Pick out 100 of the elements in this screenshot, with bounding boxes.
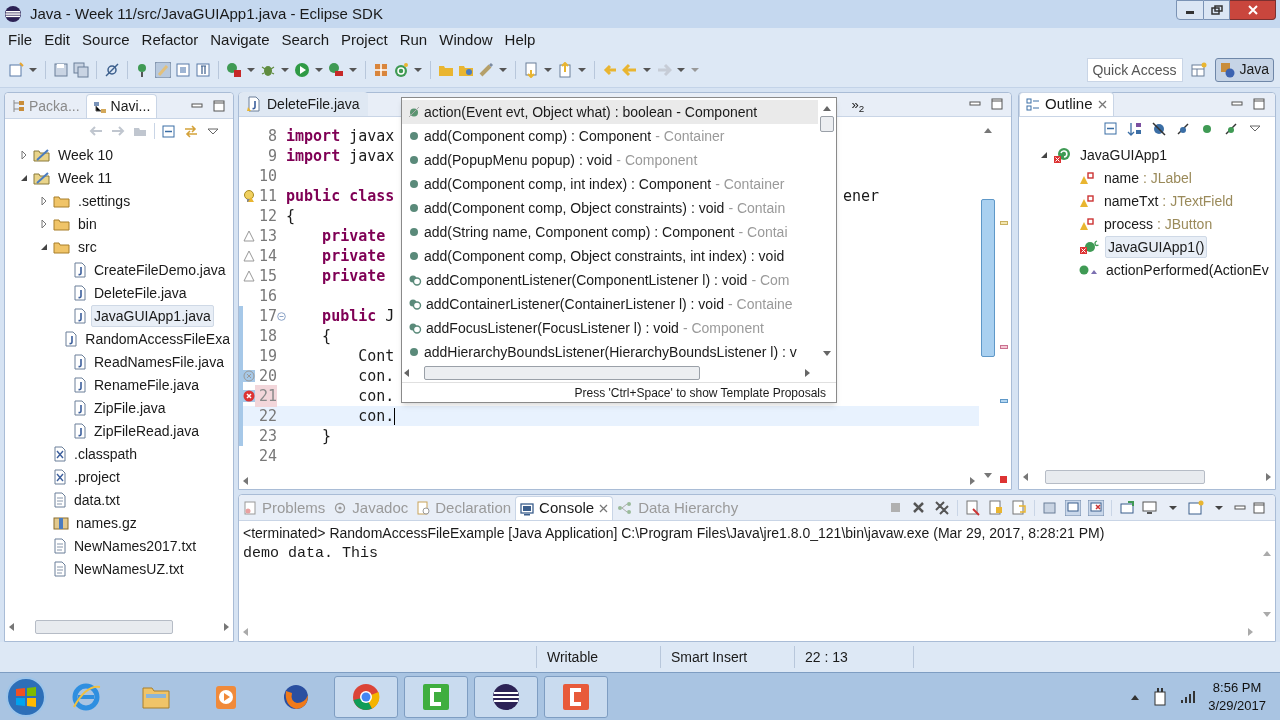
hide-static-icon[interactable] [1175,121,1191,137]
open-perspective-icon[interactable] [1191,61,1208,78]
tree-item[interactable]: CreateFileDemo.java [91,258,229,281]
start-button-icon[interactable] [4,674,48,719]
collapsed-arrow-icon[interactable] [19,149,29,160]
menu-item[interactable]: Source [76,29,136,51]
hide-fields-icon[interactable] [1151,121,1167,137]
tree-item[interactable]: actionPerformed(ActionEv [1103,258,1272,281]
proposal-item[interactable]: add(Component comp, int index) : Component - Container [402,172,818,196]
tree-item[interactable]: JavaGUIApp1() [1105,235,1208,258]
show-error-icon[interactable] [1088,500,1104,516]
proposal-item[interactable]: addFocusListener(FocusListener l) : void - Component [402,316,818,340]
proposal-item[interactable]: action(Event evt, Object what) : boolean - Component [402,100,818,124]
tree-item[interactable]: RenameFile.java [91,373,203,396]
clock[interactable]: 8:56 PM 3/29/2017 [1208,678,1266,715]
caret-icon[interactable] [246,65,256,74]
proposal-item[interactable]: add(Component comp, Object constraints, int index) : void [402,244,818,268]
marker-icon[interactable] [478,61,494,78]
tree-item[interactable]: NewNames2017.txt [71,534,200,557]
proposal-item[interactable]: addComponentListener(ComponentListener l) : void - Com [402,268,818,292]
collapsed-arrow-icon[interactable] [39,195,49,206]
panel-tab[interactable]: Outline [1019,92,1114,116]
power-plug-icon[interactable] [1152,686,1169,707]
caret-icon[interactable] [280,65,290,74]
menu-item[interactable]: Search [275,29,335,51]
tree-item[interactable]: ZipFileRead.java [91,419,203,442]
scroll-right-icon[interactable] [221,622,231,632]
scrollbar-thumb[interactable] [981,199,995,357]
new-class-icon[interactable] [393,61,409,78]
menu-item[interactable]: Window [433,29,499,51]
scrollbar-thumb[interactable] [424,366,700,380]
display-console-icon[interactable] [1142,500,1158,516]
tree-item[interactable]: name : JLabel [1101,166,1195,189]
open-console-icon[interactable] [1119,500,1135,516]
maximize-button[interactable] [1204,0,1230,20]
scroll-up-icon[interactable] [822,104,832,112]
tree-item[interactable]: NewNamesUZ.txt [71,557,187,580]
close-icon[interactable] [599,504,609,513]
caret-icon[interactable] [577,65,587,74]
java-perspective-button[interactable]: Java [1215,57,1274,82]
menu-item[interactable]: Navigate [204,29,276,51]
tree-item[interactable]: JavaGUIApp1.java [91,304,214,327]
tree-item[interactable]: JavaGUIApp1 [1077,143,1171,166]
proposal-item[interactable]: add(String name, Component comp) : Component - Contai [402,220,818,244]
remove-all-icon[interactable] [934,500,950,516]
panel-tab[interactable]: Navi... [85,94,158,118]
save-icon[interactable] [53,61,69,78]
tree-item[interactable]: process : JButton [1101,212,1216,235]
menu-item[interactable]: Refactor [135,29,205,51]
run-config-icon[interactable] [226,61,242,78]
link-editor-icon[interactable] [183,123,199,139]
menu-item[interactable]: Project [335,29,394,51]
caret-icon[interactable] [498,65,508,74]
tree-item[interactable]: .project [71,465,123,488]
quick-access-field[interactable]: Quick Access [1087,57,1184,82]
whitespace-icon[interactable] [195,61,211,78]
tree-item[interactable]: Week 11 [55,166,115,189]
external-tools-icon[interactable] [328,61,344,78]
proposal-item[interactable]: add(Component comp, Object constraints) : void - Contain [402,196,818,220]
skip-icon[interactable] [104,61,120,78]
maximize-icon[interactable] [1253,98,1265,110]
scroll-left-icon[interactable] [7,622,17,632]
caret-icon[interactable] [642,65,652,74]
close-button[interactable] [1230,0,1276,20]
show-output-icon[interactable] [1065,500,1081,516]
maximize-icon[interactable] [1253,502,1265,514]
tree-item[interactable]: .settings [75,189,134,212]
tree-item[interactable]: bin [75,212,100,235]
scrollbar-thumb[interactable] [1045,470,1205,484]
more-tabs-button[interactable]: »$_{2}$ [851,94,865,116]
fold-icon[interactable] [277,311,286,321]
caret-icon[interactable] [348,65,358,74]
minimize-button[interactable] [1176,0,1204,20]
scroll-right-icon[interactable] [802,368,812,378]
tree-item[interactable]: names.gz [73,511,140,534]
caret-icon[interactable] [413,65,423,74]
caret-icon[interactable] [28,65,38,74]
proposal-item[interactable]: addHierarchyBoundsListener(HierarchyBoundsListener l) : v [402,340,818,364]
scroll-left-icon[interactable] [241,476,251,486]
taskbar-app[interactable] [474,675,538,718]
menu-item[interactable]: Edit [38,29,77,51]
panel-tab[interactable]: Console [515,496,614,520]
maximize-icon[interactable] [213,100,225,112]
collapse-all-icon[interactable] [161,123,177,139]
scrollbar-thumb[interactable] [35,620,173,634]
proposal-item[interactable]: addContainerListener(ContainerListener l) : void - Containe [402,292,818,316]
tree-item[interactable]: DeleteFile.java [91,281,190,304]
scrollbar-thumb[interactable] [820,116,834,132]
close-icon[interactable] [1097,100,1107,109]
maximize-icon[interactable] [991,98,1003,110]
editor-tab[interactable]: DeleteFile.java [239,92,368,116]
tree-item[interactable]: src [75,235,100,258]
collapsed-arrow-icon[interactable] [39,218,49,229]
scroll-left-icon[interactable] [1021,472,1031,482]
tree-item[interactable]: ZipFile.java [91,396,169,419]
tree-item[interactable]: data.txt [71,488,123,511]
tree-item[interactable]: ReadNamesFile.java [91,350,227,373]
proposal-item[interactable]: add(Component comp) : Component - Container [402,124,818,148]
hide-local-types-icon[interactable] [1223,121,1239,137]
scroll-right-icon[interactable] [1263,472,1273,482]
